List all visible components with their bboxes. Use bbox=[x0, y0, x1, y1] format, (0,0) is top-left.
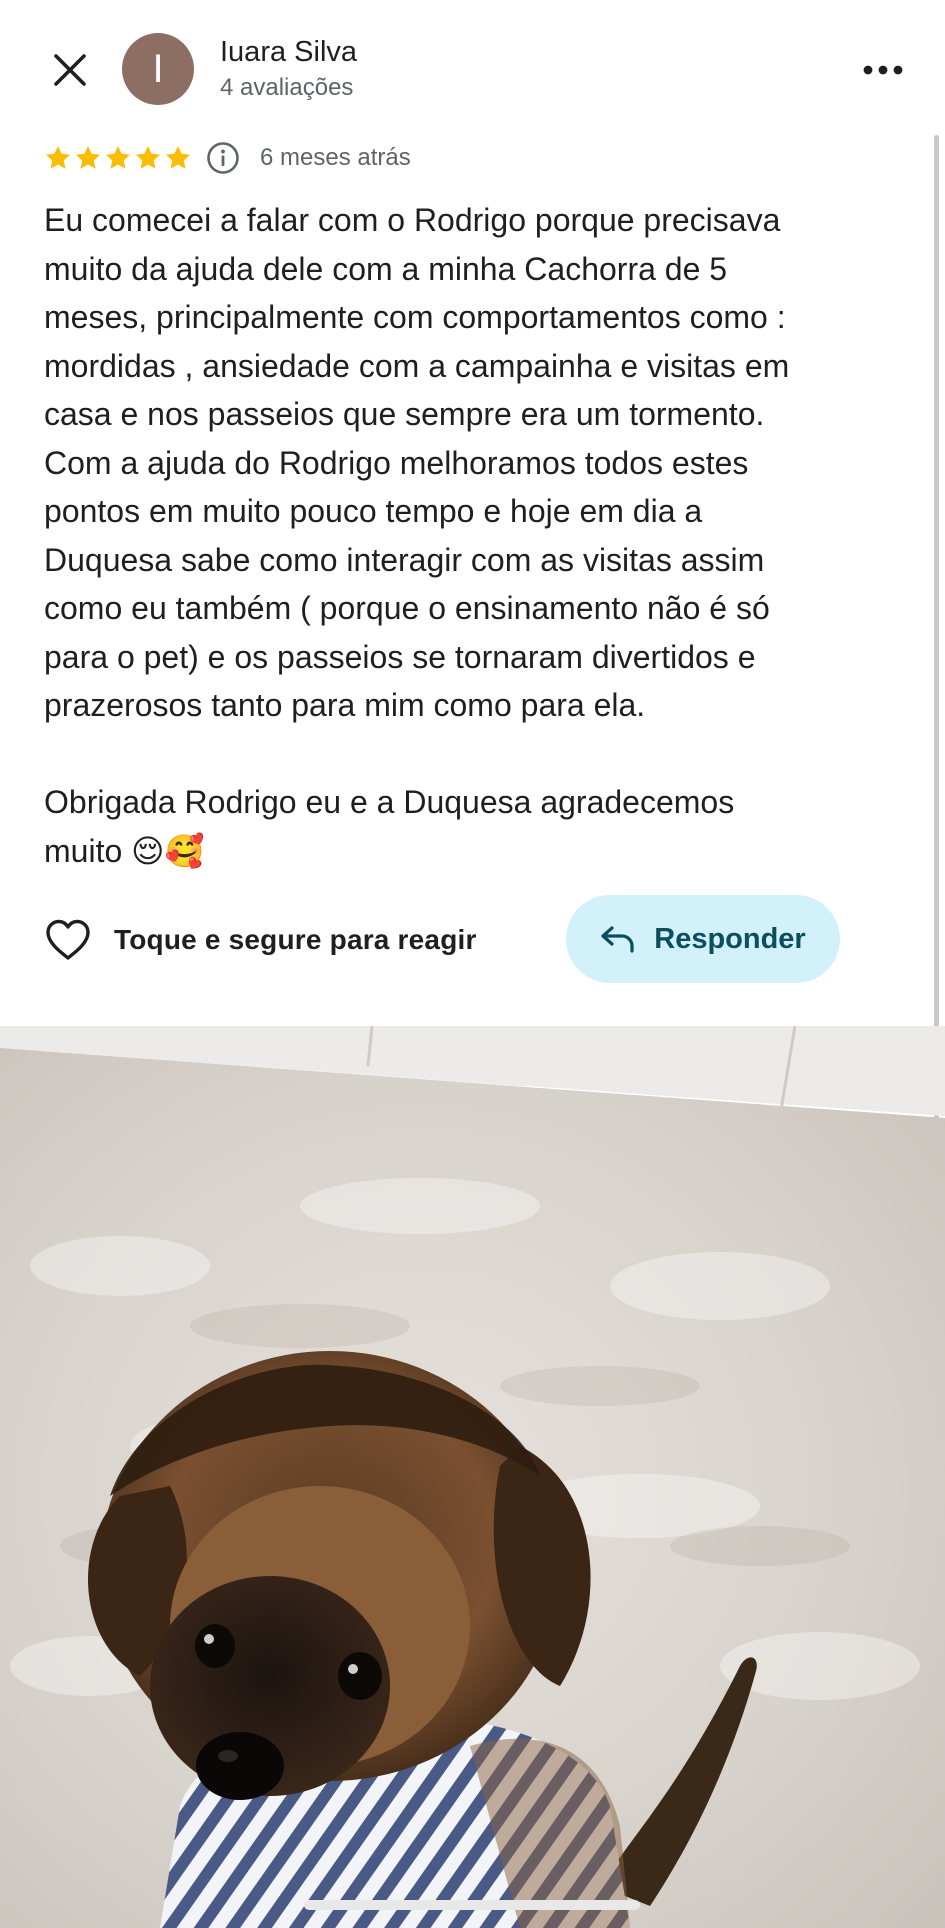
info-icon[interactable] bbox=[206, 141, 240, 175]
author-name[interactable]: Iuara Silva bbox=[220, 36, 357, 69]
reply-arrow-icon bbox=[601, 926, 634, 953]
rating-row: 6 meses atrás bbox=[44, 140, 411, 176]
reply-button[interactable]: Responder bbox=[566, 895, 840, 983]
reply-label: Responder bbox=[654, 922, 806, 955]
star-icon bbox=[45, 146, 71, 169]
star-icon bbox=[165, 146, 191, 169]
review-detail-screen: I Iuara Silva 4 avaliações 6 meses atrás… bbox=[0, 0, 945, 1928]
review-text: Eu comecei a falar com o Rodrigo porque … bbox=[44, 202, 790, 869]
home-indicator[interactable] bbox=[304, 1900, 640, 1910]
close-button[interactable] bbox=[38, 38, 102, 102]
dog-photo-image bbox=[0, 1026, 945, 1928]
close-icon bbox=[54, 54, 86, 86]
avatar-letter: I bbox=[152, 46, 164, 91]
more-horizontal-icon bbox=[863, 65, 903, 75]
react-button[interactable]: Toque e segure para reagir bbox=[44, 912, 477, 968]
avatar[interactable]: I bbox=[122, 33, 194, 105]
heart-outline-icon bbox=[46, 919, 90, 960]
more-options-button[interactable] bbox=[851, 38, 915, 102]
react-label: Toque e segure para reagir bbox=[114, 924, 477, 955]
review-photo[interactable] bbox=[0, 1026, 945, 1928]
star-icon bbox=[135, 146, 161, 169]
star-icon bbox=[75, 146, 101, 169]
star-icon bbox=[105, 146, 131, 169]
review-time-ago: 6 meses atrás bbox=[260, 144, 411, 171]
author-review-count: 4 avaliações bbox=[220, 74, 354, 101]
